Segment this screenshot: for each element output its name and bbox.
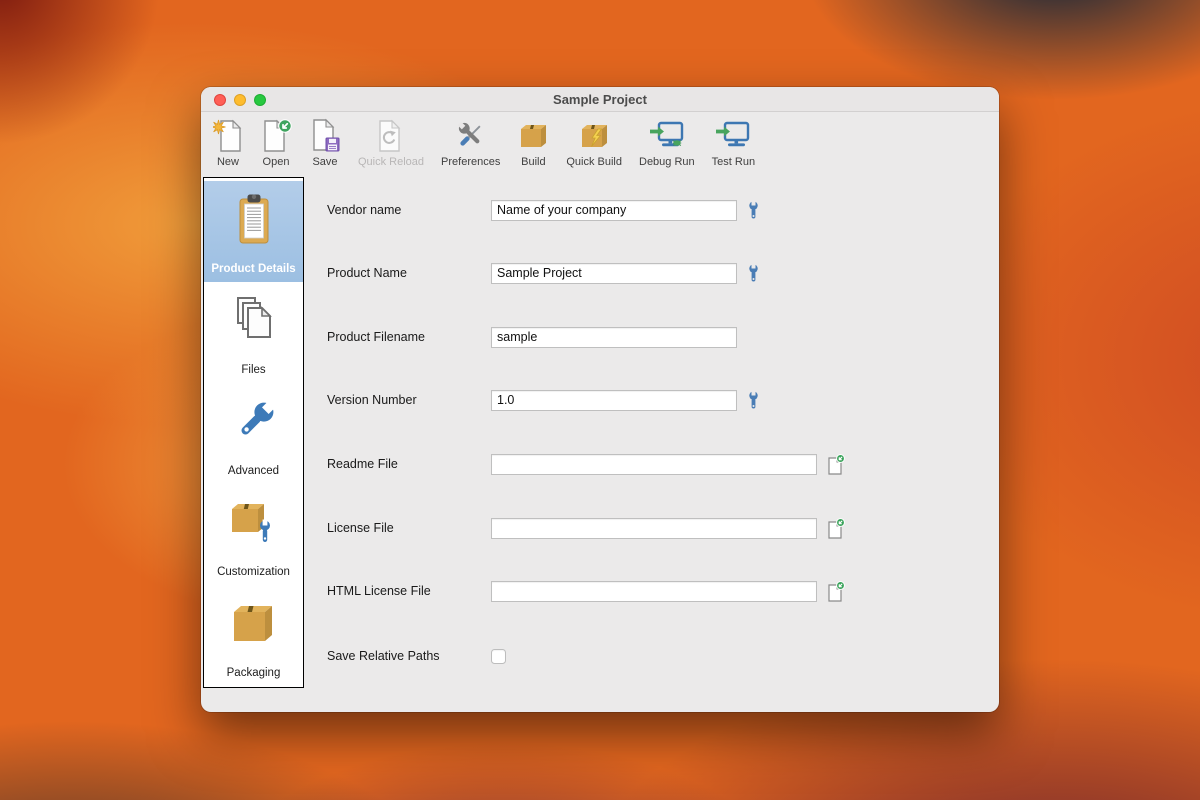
app-window: Sample Project New — [201, 87, 999, 712]
field-wrench-icon[interactable] — [747, 264, 760, 282]
product-name-input[interactable] — [491, 263, 737, 284]
close-button[interactable] — [214, 94, 226, 106]
sidebar-item-product-details[interactable]: Product Details — [204, 181, 303, 282]
sidebar-item-label: Customization — [217, 566, 290, 578]
quick-reload-icon — [376, 117, 406, 155]
sidebar-item-customization[interactable]: Customization — [204, 484, 303, 585]
form-row: License File — [327, 517, 989, 539]
html-license-file-input[interactable] — [491, 581, 817, 602]
minimize-button[interactable] — [234, 94, 246, 106]
field-wrench-icon[interactable] — [747, 391, 760, 409]
license-file-input[interactable] — [491, 518, 817, 539]
toolbar-test-run-button[interactable]: Test Run — [712, 117, 755, 168]
zoom-button[interactable] — [254, 94, 266, 106]
files-icon — [230, 282, 278, 360]
toolbar-label: Debug Run — [639, 156, 695, 168]
toolbar-label: Save — [312, 156, 337, 168]
sidebar-item-label: Packaging — [227, 667, 281, 679]
field-label: HTML License File — [327, 584, 491, 598]
field-label: Save Relative Paths — [327, 649, 491, 663]
clipboard-icon — [231, 181, 277, 259]
toolbar-quick-reload-button[interactable]: Quick Reload — [358, 117, 424, 168]
form-row: Version Number — [327, 389, 989, 411]
sidebar-item-label: Advanced — [228, 465, 279, 477]
form-row: HTML License File — [327, 580, 989, 602]
field-label: Product Filename — [327, 330, 491, 344]
form-panel: Vendor name Product Name — [305, 177, 999, 712]
sidebar-item-files[interactable]: Files — [204, 282, 303, 383]
toolbar-debug-run-button[interactable]: Debug Run — [639, 117, 695, 168]
preferences-icon — [450, 117, 492, 155]
test-run-icon — [715, 117, 751, 155]
wrench-icon — [227, 383, 281, 461]
window-title: Sample Project — [553, 92, 647, 107]
field-wrench-icon[interactable] — [747, 201, 760, 219]
packaging-box-icon — [227, 585, 281, 663]
toolbar-label: Quick Build — [566, 156, 622, 168]
file-picker-icon[interactable] — [827, 518, 845, 539]
toolbar-label: Preferences — [441, 156, 500, 168]
field-label: License File — [327, 521, 491, 535]
debug-run-icon — [649, 117, 685, 155]
open-document-icon — [260, 117, 292, 155]
toolbar-open-button[interactable]: Open — [260, 117, 292, 168]
sidebar-item-advanced[interactable]: Advanced — [204, 383, 303, 484]
vendor-name-input[interactable] — [491, 200, 737, 221]
toolbar-build-button[interactable]: Build — [517, 117, 549, 168]
form-row: Readme File — [327, 453, 989, 475]
version-number-input[interactable] — [491, 390, 737, 411]
box-with-wrench-icon — [227, 484, 281, 562]
toolbar-save-button[interactable]: Save — [309, 117, 341, 168]
desktop-wallpaper: Sample Project New — [0, 0, 1200, 800]
sidebar: Product Details Files — [203, 177, 304, 688]
field-label: Vendor name — [327, 203, 491, 217]
toolbar-new-button[interactable]: New — [213, 117, 243, 168]
titlebar[interactable]: Sample Project — [201, 87, 999, 112]
readme-file-input[interactable] — [491, 454, 817, 475]
save-icon — [309, 117, 341, 155]
product-filename-input[interactable] — [491, 327, 737, 348]
sidebar-item-label: Files — [241, 364, 265, 376]
field-label: Readme File — [327, 457, 491, 471]
save-relative-paths-checkbox[interactable] — [491, 649, 506, 664]
toolbar-label: Quick Reload — [358, 156, 424, 168]
build-box-icon — [517, 117, 549, 155]
file-picker-icon[interactable] — [827, 581, 845, 602]
form-row: Save Relative Paths — [327, 645, 989, 667]
sidebar-item-label: Product Details — [211, 263, 295, 275]
quick-build-icon — [578, 117, 610, 155]
file-picker-icon[interactable] — [827, 454, 845, 475]
form-row: Product Name — [327, 262, 989, 284]
new-document-icon — [213, 117, 243, 155]
form-row: Vendor name — [327, 199, 989, 221]
toolbar-label: Build — [521, 156, 545, 168]
toolbar-preferences-button[interactable]: Preferences — [441, 117, 500, 168]
toolbar: New Open — [201, 113, 999, 175]
field-label: Product Name — [327, 266, 491, 280]
toolbar-label: New — [217, 156, 239, 168]
toolbar-label: Test Run — [712, 156, 755, 168]
sidebar-item-packaging[interactable]: Packaging — [204, 585, 303, 686]
traffic-lights — [214, 87, 266, 112]
toolbar-label: Open — [263, 156, 290, 168]
toolbar-quick-build-button[interactable]: Quick Build — [566, 117, 622, 168]
field-label: Version Number — [327, 393, 491, 407]
form-row: Product Filename — [327, 326, 989, 348]
